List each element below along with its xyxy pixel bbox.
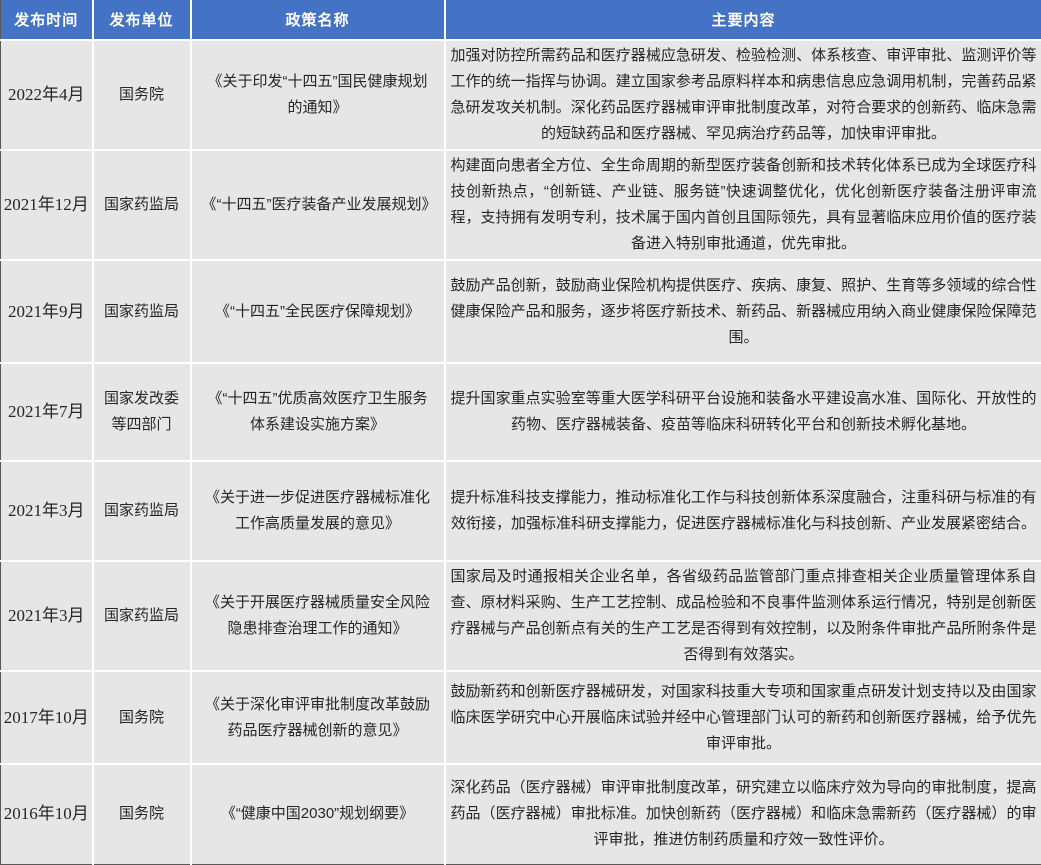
publish-unit-cell: 国务院 <box>93 40 191 150</box>
table-row: 2021年9月 国家药监局 《“十四五”全民医疗保障规划》 鼓励产品创新，鼓励商… <box>1 260 1041 363</box>
main-content-cell: 提升国家重点实验室等重大医学科研平台设施和装备水平建设高水准、国际化、开放性的药… <box>445 363 1041 461</box>
publish-unit-cell: 国家药监局 <box>93 461 191 561</box>
main-content-cell: 提升标准科技支撑能力，推动标准化工作与科技创新体系深度融合，注重科研与标准的有效… <box>445 461 1041 561</box>
publish-time-cell: 2021年3月 <box>1 461 93 561</box>
main-content-cell: 国家局及时通报相关企业名单，各省级药品监管部门重点排查相关企业质量管理体系自查、… <box>445 561 1041 671</box>
policy-name-cell: 《关于开展医疗器械质量安全风险隐患排查治理工作的通知》 <box>191 561 445 671</box>
publish-time-cell: 2021年12月 <box>1 150 93 260</box>
publish-unit-cell: 国家药监局 <box>93 150 191 260</box>
publish-unit-cell: 国家药监局 <box>93 561 191 671</box>
main-content-cell: 深化药品（医疗器械）审评审批制度改革，研究建立以临床疗效为导向的审批制度，提高药… <box>445 764 1041 864</box>
table-row: 2017年10月 国务院 《关于深化审评审批制度改革鼓励药品医疗器械创新的意见》… <box>1 671 1041 764</box>
policy-name-cell: 《关于深化审评审批制度改革鼓励药品医疗器械创新的意见》 <box>191 671 445 764</box>
column-header-policy-name: 政策名称 <box>191 0 445 40</box>
publish-time-cell: 2016年10月 <box>1 764 93 864</box>
publish-time-cell: 2021年9月 <box>1 260 93 363</box>
policy-table: 发布时间 发布单位 政策名称 主要内容 2022年4月 国务院 《关于印发“十四… <box>0 0 1041 865</box>
main-content-cell: 鼓励新药和创新医疗器械研发，对国家科技重大专项和国家重点研发计划支持以及由国家临… <box>445 671 1041 764</box>
policy-name-cell: 《关于进一步促进医疗器械标准化工作高质量发展的意见》 <box>191 461 445 561</box>
policy-name-cell: 《关于印发“十四五”国民健康规划的通知》 <box>191 40 445 150</box>
publish-time-cell: 2021年7月 <box>1 363 93 461</box>
column-header-publish-unit: 发布单位 <box>93 0 191 40</box>
publish-unit-cell: 国务院 <box>93 764 191 864</box>
column-header-publish-time: 发布时间 <box>1 0 93 40</box>
publish-time-cell: 2017年10月 <box>1 671 93 764</box>
policy-name-cell: 《“健康中国2030”规划纲要》 <box>191 764 445 864</box>
publish-unit-cell: 国务院 <box>93 671 191 764</box>
publish-unit-cell: 国家发改委等四部门 <box>93 363 191 461</box>
publish-unit-cell: 国家药监局 <box>93 260 191 363</box>
table-row: 2021年3月 国家药监局 《关于进一步促进医疗器械标准化工作高质量发展的意见》… <box>1 461 1041 561</box>
publish-time-cell: 2021年3月 <box>1 561 93 671</box>
policy-name-cell: 《“十四五”全民医疗保障规划》 <box>191 260 445 363</box>
main-content-cell: 鼓励产品创新，鼓励商业保险机构提供医疗、疾病、康复、照护、生育等多领域的综合性健… <box>445 260 1041 363</box>
policy-name-cell: 《“十四五”医疗装备产业发展规划》 <box>191 150 445 260</box>
header-row: 发布时间 发布单位 政策名称 主要内容 <box>1 0 1041 40</box>
table-row: 2021年3月 国家药监局 《关于开展医疗器械质量安全风险隐患排查治理工作的通知… <box>1 561 1041 671</box>
policy-name-cell: 《“十四五”优质高效医疗卫生服务体系建设实施方案》 <box>191 363 445 461</box>
table-row: 2021年12月 国家药监局 《“十四五”医疗装备产业发展规划》 构建面向患者全… <box>1 150 1041 260</box>
main-content-cell: 加强对防控所需药品和医疗器械应急研发、检验检测、体系核查、审评审批、监测评价等工… <box>445 40 1041 150</box>
table-row: 2016年10月 国务院 《“健康中国2030”规划纲要》 深化药品（医疗器械）… <box>1 764 1041 864</box>
column-header-main-content: 主要内容 <box>445 0 1041 40</box>
main-content-cell: 构建面向患者全方位、全生命周期的新型医疗装备创新和技术转化体系已成为全球医疗科技… <box>445 150 1041 260</box>
table-row: 2022年4月 国务院 《关于印发“十四五”国民健康规划的通知》 加强对防控所需… <box>1 40 1041 150</box>
publish-time-cell: 2022年4月 <box>1 40 93 150</box>
table-row: 2021年7月 国家发改委等四部门 《“十四五”优质高效医疗卫生服务体系建设实施… <box>1 363 1041 461</box>
